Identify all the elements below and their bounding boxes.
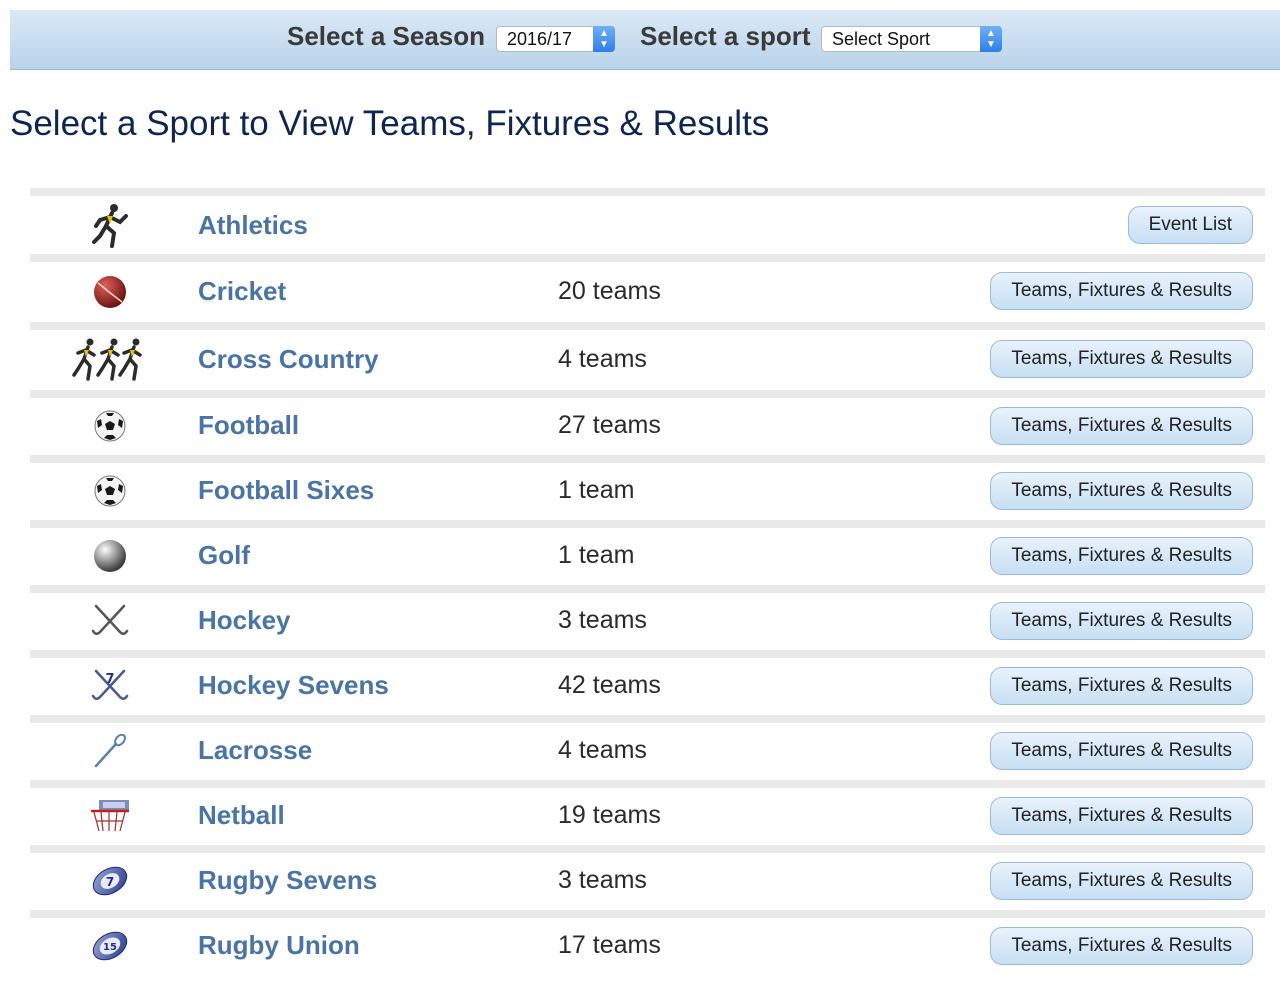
team-count: 20 teams bbox=[558, 277, 661, 305]
svg-text:7: 7 bbox=[105, 672, 114, 687]
row-divider bbox=[30, 254, 1265, 262]
row-divider bbox=[30, 715, 1265, 723]
sport-name-link[interactable]: Hockey bbox=[198, 605, 291, 636]
sport-name-link[interactable]: Football Sixes bbox=[198, 475, 374, 506]
sport-row-netball: Netball 19 teams Teams, Fixtures & Resul… bbox=[30, 788, 1265, 845]
team-count: 42 teams bbox=[558, 671, 661, 699]
netball-hoop-icon bbox=[80, 793, 140, 839]
rugby-sevens-ball-icon: 7 bbox=[80, 858, 140, 904]
team-count: 4 teams bbox=[558, 345, 647, 373]
runner-icon bbox=[80, 202, 140, 248]
team-count: 19 teams bbox=[558, 801, 661, 829]
sport-row-football-sixes: Football Sixes 1 team Teams, Fixtures & … bbox=[30, 463, 1265, 520]
select-stepper-icon: ▲ ▼ bbox=[980, 26, 1002, 52]
team-count: 17 teams bbox=[558, 931, 661, 959]
football-icon bbox=[80, 468, 140, 514]
row-divider bbox=[30, 910, 1265, 918]
sport-select[interactable]: Select Sport ▲ ▼ bbox=[821, 26, 1002, 52]
football-icon bbox=[80, 403, 140, 449]
teams-fixtures-results-button[interactable]: Teams, Fixtures & Results bbox=[990, 927, 1253, 965]
row-divider bbox=[30, 650, 1265, 658]
team-count: 27 teams bbox=[558, 411, 661, 439]
runners-group-icon bbox=[70, 337, 150, 383]
team-count: 1 team bbox=[558, 541, 635, 569]
sport-name-link[interactable]: Rugby Union bbox=[198, 930, 360, 961]
sport-name-link[interactable]: Athletics bbox=[198, 210, 308, 241]
row-divider bbox=[30, 188, 1265, 196]
filter-bar: Select a Season 2016/17 ▲ ▼ Select a spor… bbox=[10, 10, 1280, 70]
team-count: 1 team bbox=[558, 476, 635, 504]
sport-select-value: Select Sport bbox=[832, 29, 931, 49]
teams-fixtures-results-button[interactable]: Teams, Fixtures & Results bbox=[990, 340, 1253, 378]
teams-fixtures-results-button[interactable]: Teams, Fixtures & Results bbox=[990, 667, 1253, 705]
sport-name-link[interactable]: Football bbox=[198, 410, 299, 441]
season-select-value: 2016/17 bbox=[507, 29, 573, 49]
teams-fixtures-results-button[interactable]: Teams, Fixtures & Results bbox=[990, 862, 1253, 900]
sport-row-lacrosse: Lacrosse 4 teams Teams, Fixtures & Resul… bbox=[30, 723, 1265, 780]
team-count: 4 teams bbox=[558, 736, 647, 764]
sport-name-link[interactable]: Rugby Sevens bbox=[198, 865, 377, 896]
teams-fixtures-results-button[interactable]: Teams, Fixtures & Results bbox=[990, 537, 1253, 575]
teams-fixtures-results-button[interactable]: Teams, Fixtures & Results bbox=[990, 797, 1253, 835]
sport-row-cross-country: Cross Country 4 teams Teams, Fixtures & … bbox=[30, 330, 1265, 390]
cricket-ball-icon bbox=[80, 269, 140, 315]
sport-row-rugby-sevens: 7 Rugby Sevens 3 teams Teams, Fixtures &… bbox=[30, 853, 1265, 910]
sport-list: Athletics Event List Cricket 20 teams Te… bbox=[30, 188, 1265, 975]
lacrosse-stick-icon bbox=[80, 728, 140, 774]
sport-row-golf: Golf 1 team Teams, Fixtures & Results bbox=[30, 528, 1265, 585]
teams-fixtures-results-button[interactable]: Teams, Fixtures & Results bbox=[990, 732, 1253, 770]
sport-label: Select a sport bbox=[640, 21, 811, 51]
golf-ball-icon bbox=[80, 533, 140, 579]
sport-row-rugby-union: 15 Rugby Union 17 teams Teams, Fixtures … bbox=[30, 918, 1265, 975]
row-divider bbox=[30, 585, 1265, 593]
season-select[interactable]: 2016/17 ▲ ▼ bbox=[496, 26, 615, 52]
sport-row-hockey-sevens: 7 Hockey Sevens 42 teams Teams, Fixtures… bbox=[30, 658, 1265, 715]
row-divider bbox=[30, 455, 1265, 463]
team-count: 3 teams bbox=[558, 606, 647, 634]
teams-fixtures-results-button[interactable]: Teams, Fixtures & Results bbox=[990, 472, 1253, 510]
sport-name-link[interactable]: Lacrosse bbox=[198, 735, 312, 766]
event-list-button[interactable]: Event List bbox=[1127, 206, 1253, 244]
sport-name-link[interactable]: Cricket bbox=[198, 276, 286, 307]
team-count: 3 teams bbox=[558, 866, 647, 894]
sport-row-hockey: Hockey 3 teams Teams, Fixtures & Results bbox=[30, 593, 1265, 650]
sport-name-link[interactable]: Hockey Sevens bbox=[198, 670, 389, 701]
row-divider bbox=[30, 845, 1265, 853]
sport-row-cricket: Cricket 20 teams Teams, Fixtures & Resul… bbox=[30, 262, 1265, 322]
row-divider bbox=[30, 322, 1265, 330]
sport-name-link[interactable]: Netball bbox=[198, 800, 285, 831]
row-divider bbox=[30, 520, 1265, 528]
sport-name-link[interactable]: Cross Country bbox=[198, 344, 379, 375]
select-stepper-icon: ▲ ▼ bbox=[593, 26, 615, 52]
sport-row-athletics: Athletics Event List bbox=[30, 196, 1265, 254]
hockey-sticks-icon bbox=[80, 598, 140, 644]
rugby-union-ball-icon: 15 bbox=[80, 923, 140, 969]
row-divider bbox=[30, 780, 1265, 788]
sport-row-football: Football 27 teams Teams, Fixtures & Resu… bbox=[30, 398, 1265, 455]
teams-fixtures-results-button[interactable]: Teams, Fixtures & Results bbox=[990, 272, 1253, 310]
hockey-sevens-icon: 7 bbox=[80, 663, 140, 709]
sport-name-link[interactable]: Golf bbox=[198, 540, 250, 571]
svg-text:7: 7 bbox=[106, 875, 114, 889]
page-title: Select a Sport to View Teams, Fixtures &… bbox=[10, 104, 770, 143]
teams-fixtures-results-button[interactable]: Teams, Fixtures & Results bbox=[990, 602, 1253, 640]
row-divider bbox=[30, 390, 1265, 398]
teams-fixtures-results-button[interactable]: Teams, Fixtures & Results bbox=[990, 407, 1253, 445]
season-label: Select a Season bbox=[287, 21, 485, 51]
svg-text:15: 15 bbox=[103, 942, 117, 953]
